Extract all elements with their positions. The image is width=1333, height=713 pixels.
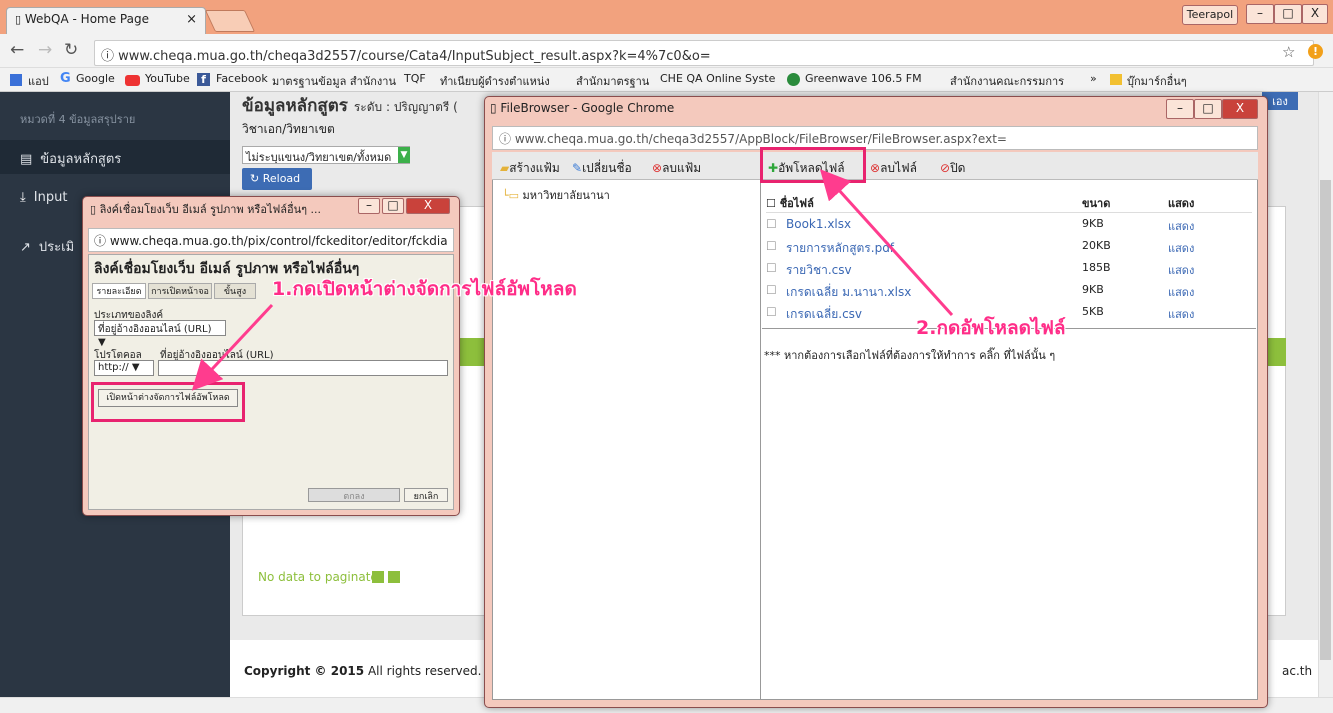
arrow-step2: [819, 169, 954, 317]
annotation-arrows: [191, 169, 954, 391]
annotation-step1: 1.กดเปิดหน้าต่างจัดการไฟล์อัพโหลด: [272, 278, 577, 300]
annotation-step2: 2.กดอัพโหลดไฟล์: [916, 317, 1066, 339]
arrow-step1: [191, 303, 274, 391]
